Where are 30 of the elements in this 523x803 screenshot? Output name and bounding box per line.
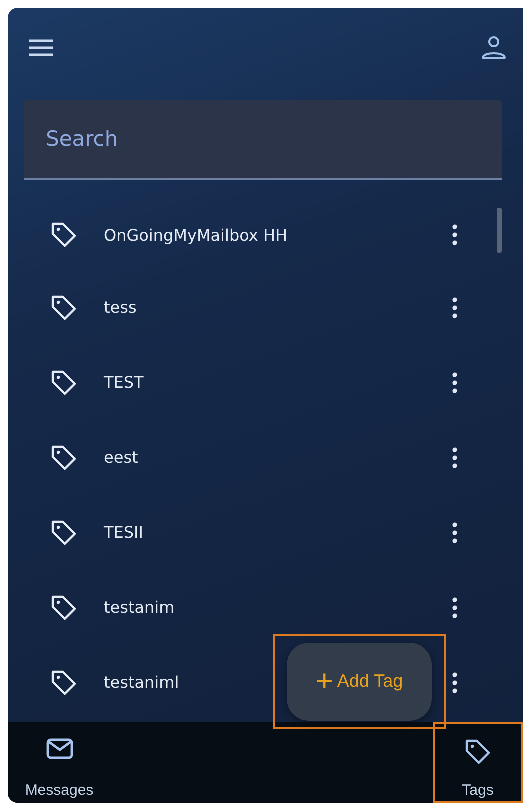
add-tag-button[interactable]: +Add Tag [287, 642, 432, 720]
tag-icon [50, 594, 78, 622]
person-icon[interactable] [481, 35, 507, 61]
more-options-icon[interactable] [452, 672, 458, 694]
tag-icon [50, 668, 78, 696]
more-options-icon[interactable] [452, 296, 458, 318]
mail-icon [46, 738, 74, 760]
tag-name: tess [104, 298, 137, 317]
tag-icon [50, 518, 78, 546]
scrollbar[interactable] [497, 208, 502, 253]
tag-name: TEST [104, 373, 144, 392]
search-field[interactable]: Search [24, 100, 502, 180]
tag-icon [50, 368, 78, 396]
tag-name: testaniml [104, 673, 180, 692]
tag-name: eest [104, 448, 138, 467]
tag-name: TESII [104, 523, 144, 542]
tag-icon [50, 221, 78, 249]
more-options-icon[interactable] [452, 522, 458, 544]
more-options-icon[interactable] [452, 446, 458, 468]
tag-icon [50, 444, 78, 472]
more-options-icon[interactable] [452, 596, 458, 618]
tag-name: testanim [104, 598, 175, 617]
tag-icon [50, 294, 78, 322]
messages-tab[interactable]: Messages [8, 722, 103, 803]
tag-icon [464, 738, 492, 766]
tags-tab[interactable]: Tags [433, 722, 523, 803]
more-options-icon[interactable] [452, 224, 458, 246]
menu-icon[interactable] [28, 38, 54, 58]
more-options-icon[interactable] [452, 372, 458, 394]
tag-name: OnGoingMyMailbox HH [104, 226, 288, 244]
